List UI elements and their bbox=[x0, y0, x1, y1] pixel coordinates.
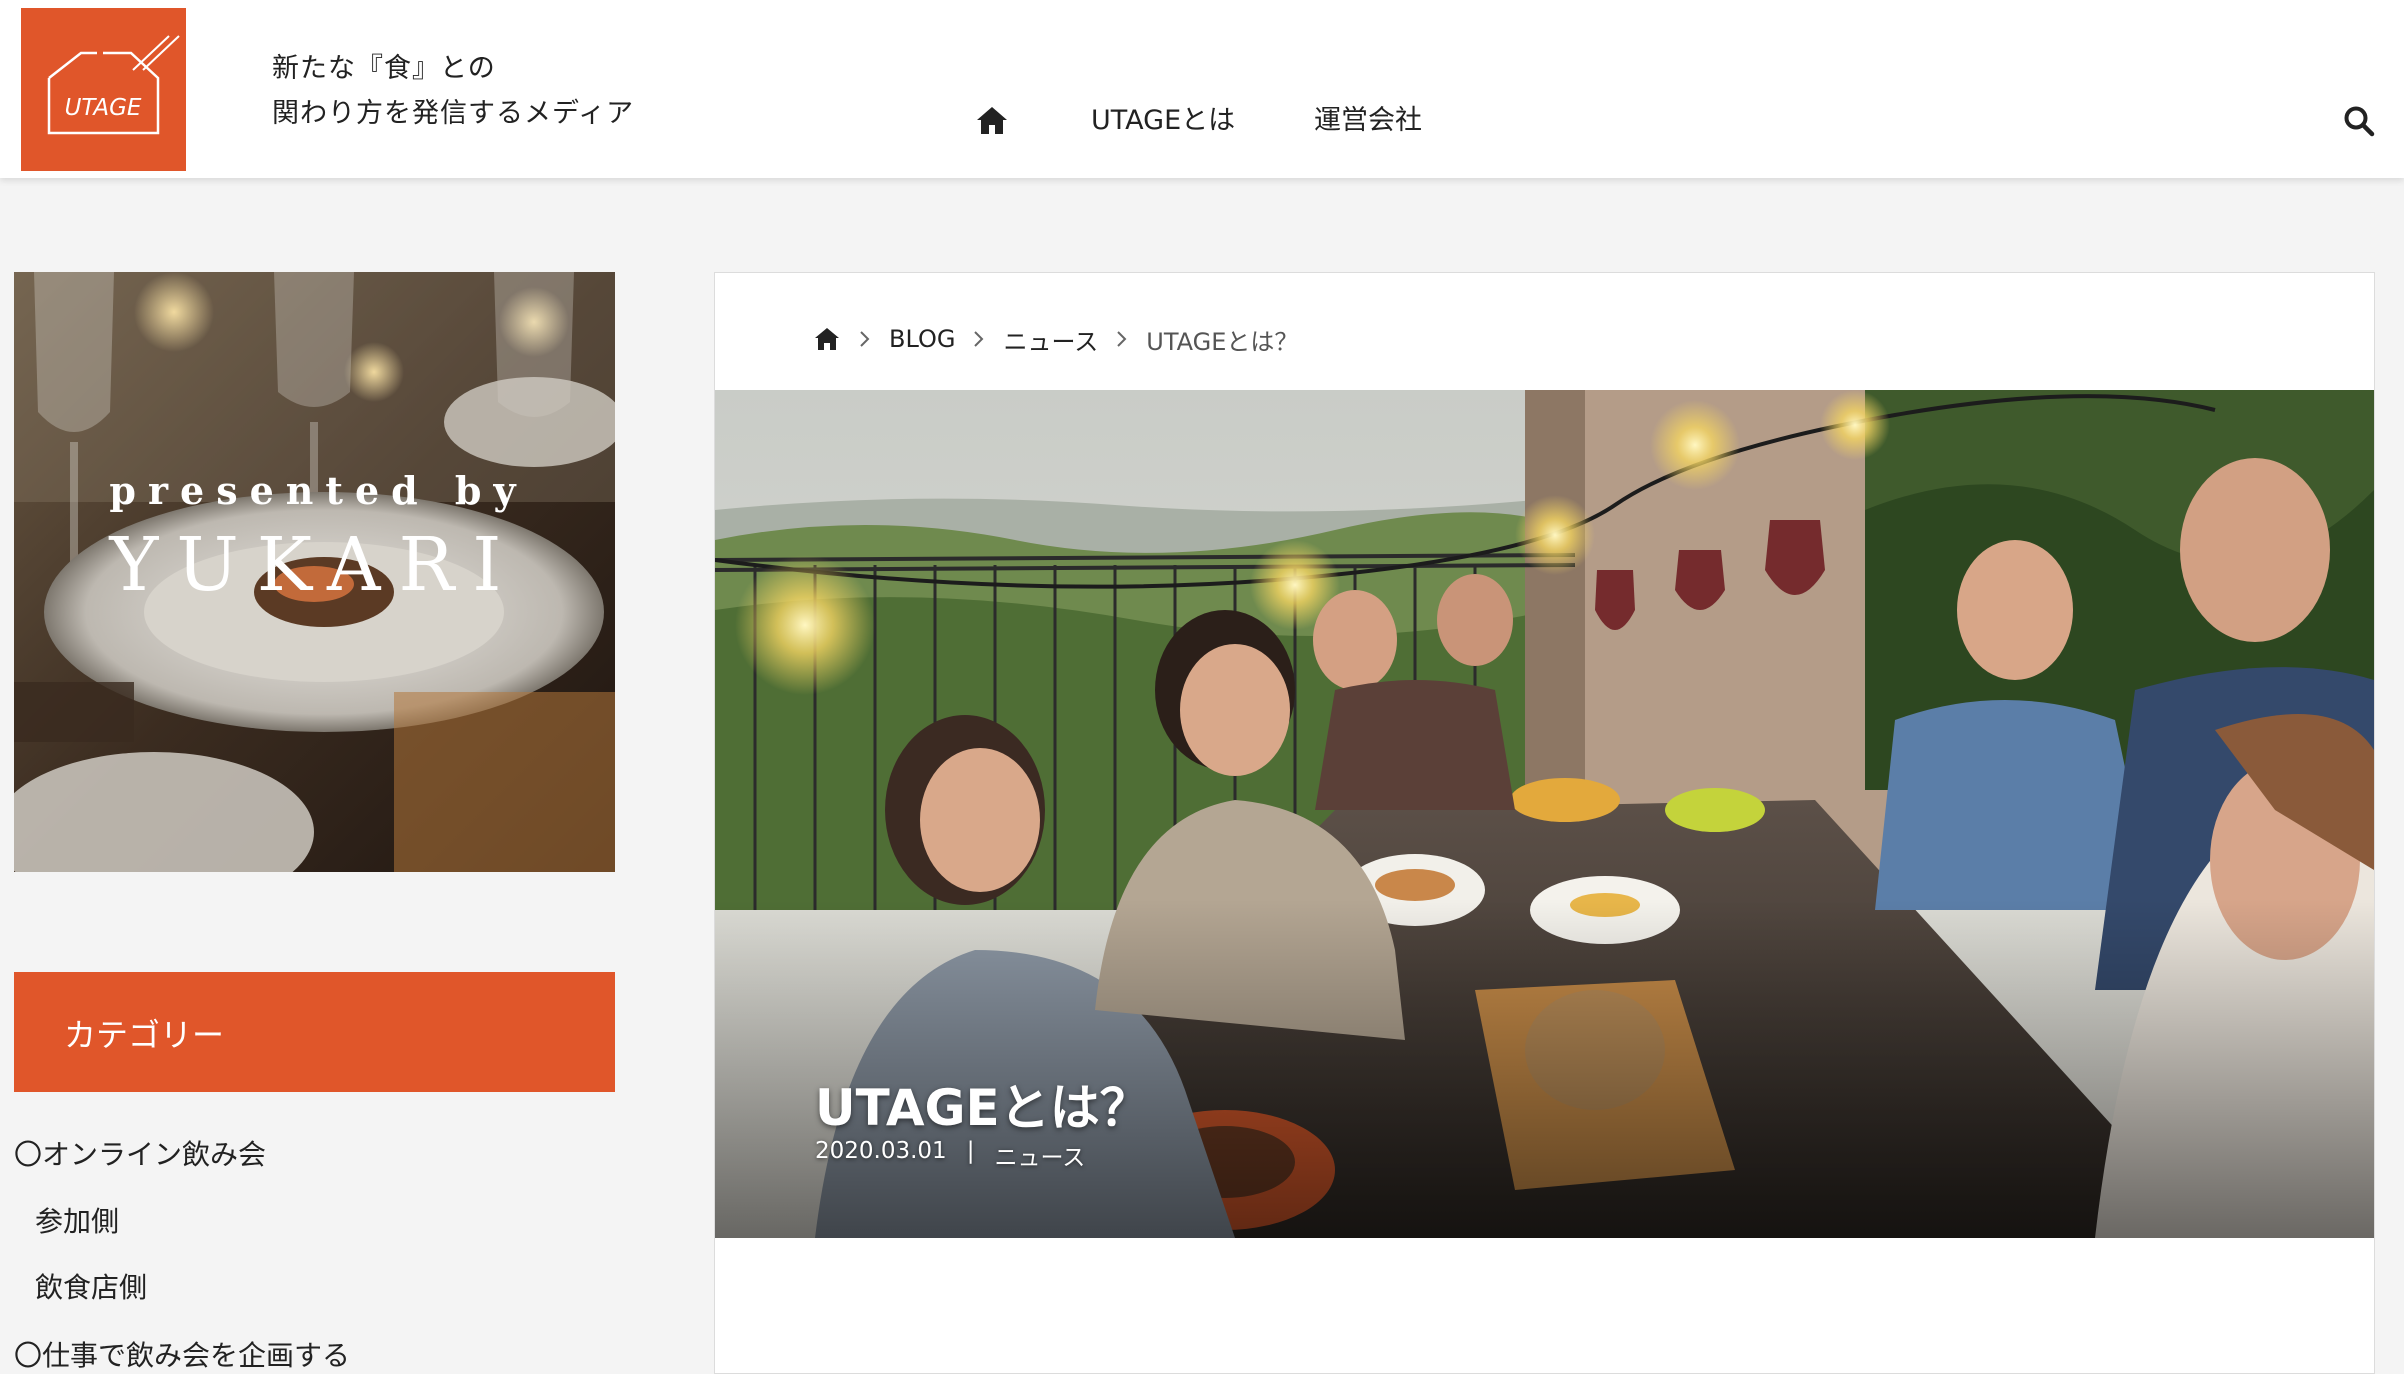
banner-name: YUKARI bbox=[109, 522, 520, 608]
tagline-line-2: 関わり方を発信するメディア bbox=[272, 98, 635, 129]
chevron-right-icon bbox=[1117, 331, 1127, 347]
meta-separator: | bbox=[966, 1138, 975, 1164]
site-header: UTAGE 新たな『食』との 関わり方を発信するメディア UTAGEとは 運営会… bbox=[0, 0, 2404, 178]
site-tagline: 新たな『食』との 関わり方を発信するメディア bbox=[272, 46, 692, 136]
tagline-line-1: 新たな『食』との bbox=[272, 53, 496, 84]
nav-link-about[interactable]: UTAGEとは bbox=[1091, 104, 1235, 138]
search-icon bbox=[2344, 106, 2375, 137]
search-button[interactable] bbox=[2342, 104, 2376, 138]
article-meta: 2020.03.01 | ニュース bbox=[815, 1138, 1085, 1172]
article-date: 2020.03.01 bbox=[815, 1138, 947, 1164]
article-title[interactable]: UTAGEとは？ bbox=[815, 1068, 1150, 1140]
article-card: BLOG ニュース UTAGEとは？ UTAGEとは？ 2020.03.01 |… bbox=[714, 272, 2375, 1374]
home-icon bbox=[977, 107, 1007, 134]
banner-presented-by: presented by bbox=[109, 468, 528, 513]
chevron-right-icon bbox=[974, 331, 984, 347]
sidebar-banner[interactable]: presented by YUKARI bbox=[14, 272, 615, 872]
category-heading: カテゴリー bbox=[14, 972, 615, 1092]
site-logo[interactable]: UTAGE bbox=[21, 8, 186, 171]
chevron-right-icon bbox=[860, 331, 870, 347]
hero-image[interactable]: UTAGEとは？ 2020.03.01 | ニュース bbox=[715, 390, 2374, 1238]
nav-home-button[interactable] bbox=[975, 104, 1009, 138]
logo-text: UTAGE bbox=[65, 95, 142, 121]
category-item-restaurant[interactable]: 飲食店側 bbox=[35, 1266, 147, 1306]
category-item-online-nomikai[interactable]: 〇オンライン飲み会 bbox=[14, 1133, 266, 1173]
breadcrumb-current: UTAGEとは？ bbox=[1146, 327, 1299, 356]
nav-link-company[interactable]: 運営会社 bbox=[1314, 104, 1422, 138]
article-category[interactable]: ニュース bbox=[994, 1138, 1085, 1172]
breadcrumb: BLOG ニュース UTAGEとは？ bbox=[813, 319, 1298, 359]
logo-house-icon: UTAGE bbox=[47, 35, 180, 135]
category-heading-label: カテゴリー bbox=[64, 1016, 225, 1054]
home-icon[interactable] bbox=[813, 325, 841, 353]
category-item-participant[interactable]: 参加側 bbox=[35, 1200, 119, 1240]
breadcrumb-news[interactable]: ニュース bbox=[1003, 322, 1098, 357]
breadcrumb-blog[interactable]: BLOG bbox=[889, 325, 955, 353]
category-item-work-planning[interactable]: 〇仕事で飲み会を企画する bbox=[14, 1334, 350, 1374]
